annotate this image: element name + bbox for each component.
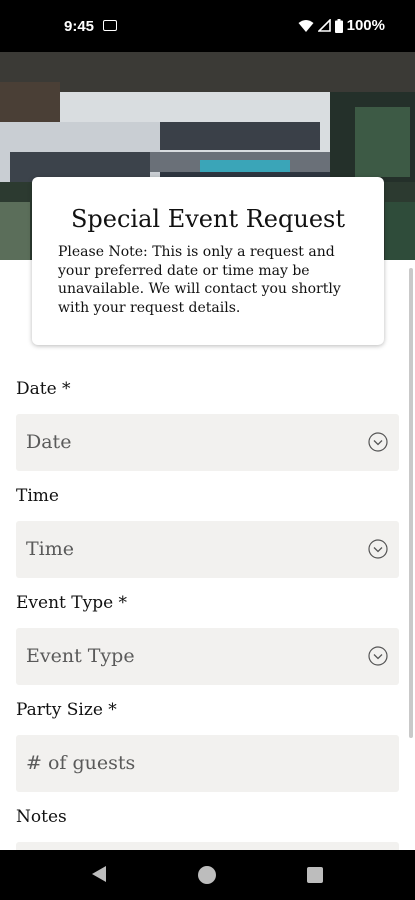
home-icon[interactable] — [198, 866, 216, 884]
status-right: 100% — [298, 17, 385, 34]
status-time: 9:45 — [64, 18, 95, 35]
battery-percent: 100% — [346, 17, 385, 34]
info-card: Special Event Request Please Note: This … — [32, 177, 384, 345]
time-label: Time — [16, 486, 59, 506]
chevron-down-circle-icon — [368, 646, 388, 666]
date-select[interactable]: Date — [16, 414, 399, 471]
event-type-placeholder: Event Type — [26, 645, 135, 667]
party-size-input[interactable]: # of guests — [16, 735, 399, 792]
battery-icon — [334, 18, 343, 33]
time-placeholder: Time — [26, 538, 75, 560]
cell-signal-icon — [317, 19, 331, 32]
party-size-label: Party Size * — [16, 700, 117, 720]
status-bar: 9:45 100% — [0, 0, 415, 52]
event-type-select[interactable]: Event Type — [16, 628, 399, 685]
event-type-label: Event Type * — [16, 593, 128, 613]
date-placeholder: Date — [26, 431, 72, 453]
event-request-form: Date * Date Time Time Event Type * Event… — [16, 372, 400, 899]
date-label: Date * — [16, 379, 71, 399]
chevron-down-circle-icon — [368, 539, 388, 559]
notes-label: Notes — [16, 807, 67, 827]
scrollbar[interactable] — [409, 268, 413, 738]
chevron-down-circle-icon — [368, 432, 388, 452]
wifi-icon — [298, 19, 314, 32]
back-icon[interactable] — [91, 865, 107, 883]
sim-icon — [103, 20, 117, 31]
recents-icon[interactable] — [307, 867, 323, 883]
system-nav-bar — [0, 850, 415, 900]
time-select[interactable]: Time — [16, 521, 399, 578]
party-size-placeholder: # of guests — [26, 752, 136, 774]
page-title: Special Event Request — [70, 205, 345, 233]
request-note: Please Note: This is only a request and … — [58, 244, 341, 316]
